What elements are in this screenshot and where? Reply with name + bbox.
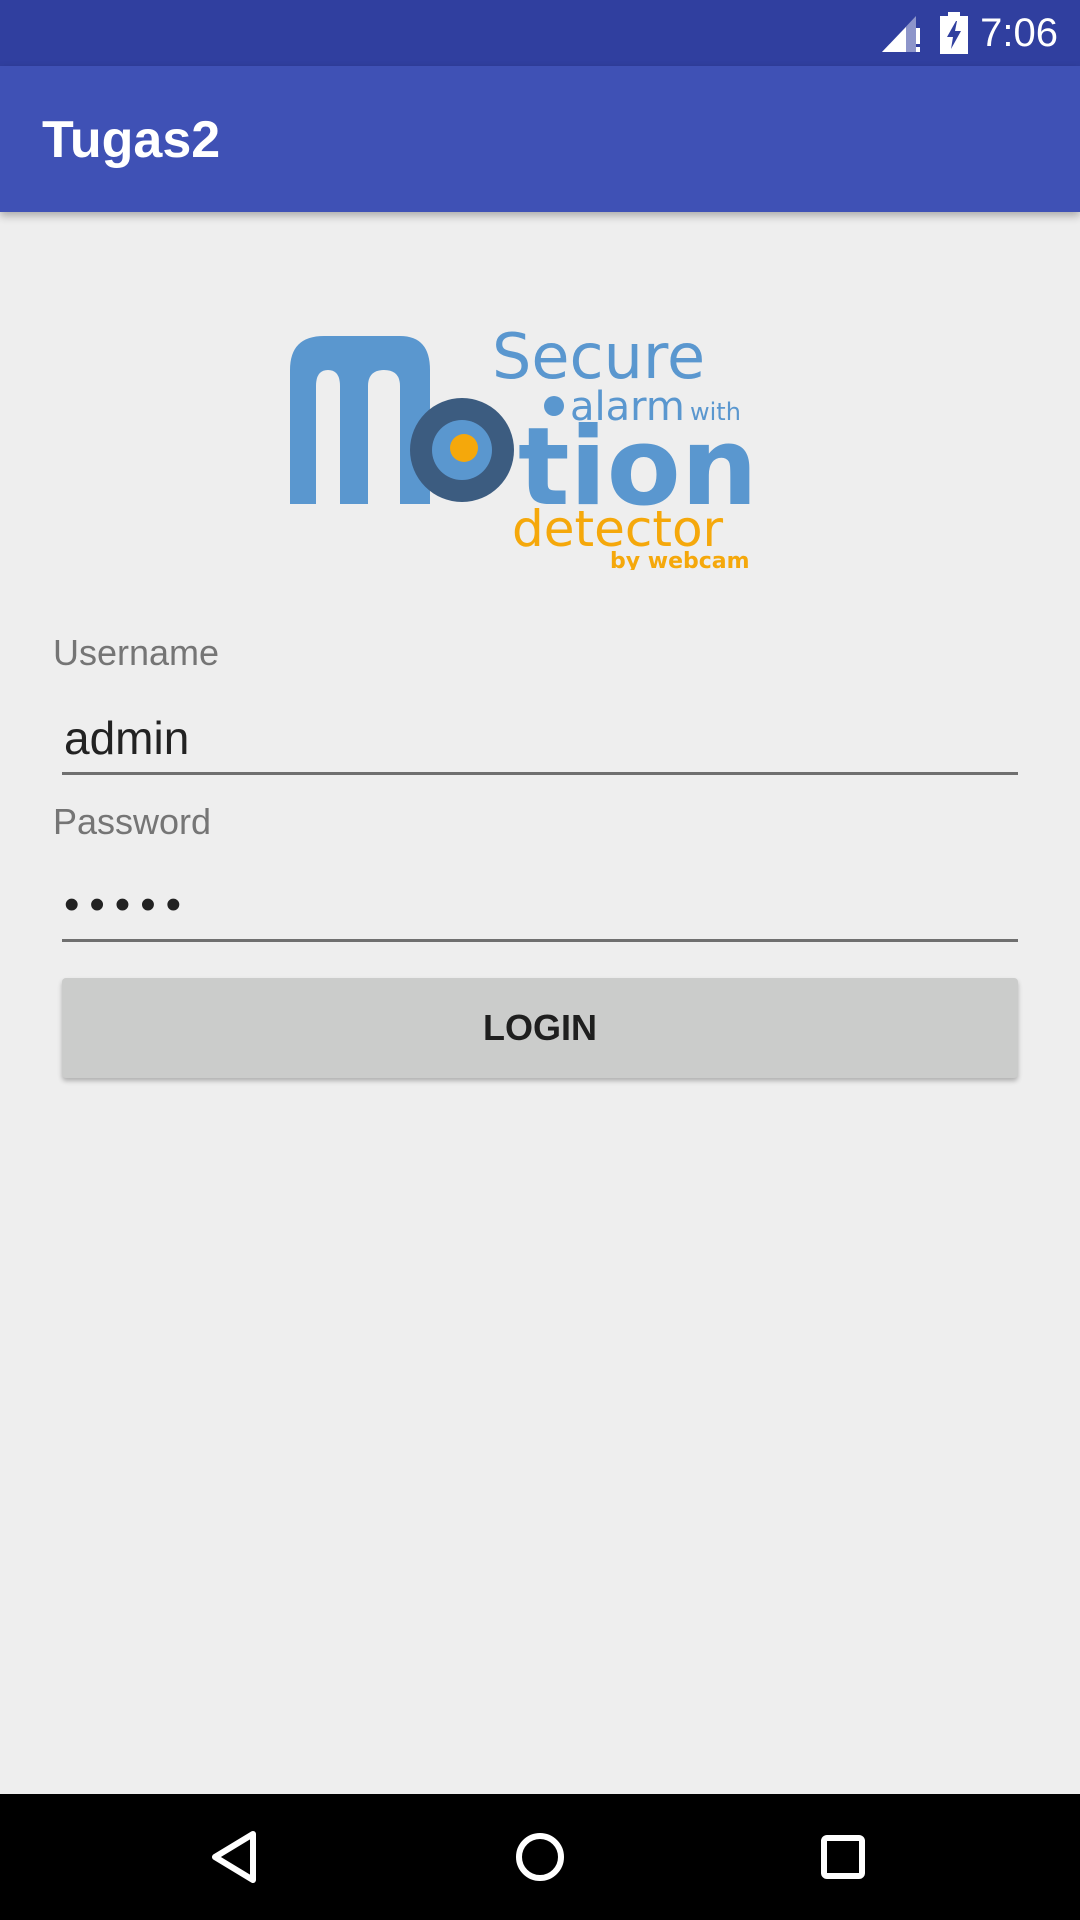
back-icon[interactable]: [203, 1824, 269, 1890]
app-title: Tugas2: [42, 111, 221, 169]
cell-signal-icon: [882, 16, 920, 52]
battery-charging-icon: [940, 12, 968, 54]
status-clock: 7:06: [980, 11, 1058, 55]
username-label: Username: [53, 632, 220, 673]
login-button[interactable]: LOGIN: [62, 978, 1018, 1078]
motion-detector-logo: Secure alarm with tion detector by webca…: [290, 320, 758, 570]
logo-byline-text: by webcam: [610, 549, 750, 570]
password-input[interactable]: •••••: [62, 868, 1018, 942]
logo-eye-pupil: [450, 434, 478, 462]
status-bar: 7:06: [0, 0, 1080, 66]
recents-icon[interactable]: [810, 1824, 876, 1890]
navigation-bar: [0, 1794, 1080, 1920]
home-icon[interactable]: [507, 1824, 573, 1890]
username-input[interactable]: admin: [62, 701, 1018, 775]
password-label: Password: [53, 801, 212, 842]
logo-secure-text: Secure: [492, 320, 705, 393]
app-bar: Tugas2: [0, 66, 1080, 212]
logo-m-shape: [290, 336, 430, 504]
